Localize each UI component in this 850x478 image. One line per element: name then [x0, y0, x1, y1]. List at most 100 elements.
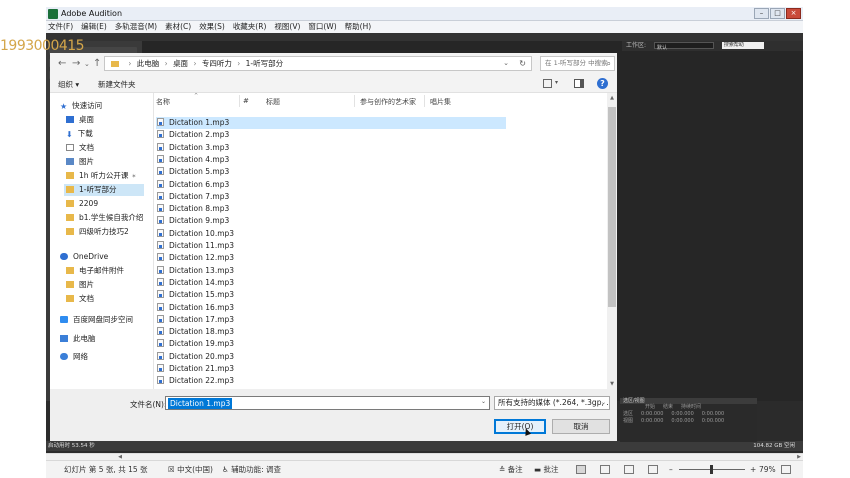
nav-baidu-sync[interactable]: 百度网盘同步空间	[60, 314, 133, 326]
file-row[interactable]: Dictation 13.mp3	[156, 265, 506, 277]
nav-onedrive[interactable]: OneDrive	[60, 251, 108, 263]
breadcrumb-this-pc[interactable]: 此电脑	[137, 59, 160, 68]
file-row[interactable]: Dictation 6.mp3	[156, 179, 506, 191]
help-icon[interactable]: ?	[597, 78, 608, 89]
file-row[interactable]: Dictation 4.mp3	[156, 154, 506, 166]
view-dropdown-icon[interactable]: ▾	[555, 79, 558, 86]
column-album[interactable]: 唱片集	[430, 97, 451, 107]
reading-view-icon[interactable]	[624, 465, 634, 474]
breadcrumb-folder[interactable]: 专四听力	[202, 59, 232, 68]
nav-folder-2209[interactable]: 2209	[66, 198, 98, 210]
maximize-icon[interactable]: □	[770, 8, 785, 19]
organize-button[interactable]: 组织 ▾	[58, 79, 79, 90]
menu-item[interactable]: 多轨混音(M)	[115, 21, 157, 33]
file-row[interactable]: Dictation 5.mp3	[156, 166, 506, 178]
host-horizontal-scrollbar[interactable]: ◀ ▶	[46, 453, 803, 460]
menu-item[interactable]: 帮助(H)	[345, 21, 372, 33]
menu-item[interactable]: 文件(F)	[48, 21, 73, 33]
nav-downloads[interactable]: ⬇ 下载	[66, 128, 93, 140]
zoom-in-icon[interactable]: +	[750, 461, 756, 478]
column-divider[interactable]	[424, 95, 425, 107]
slide-sorter-icon[interactable]	[600, 465, 610, 474]
back-arrow-icon[interactable]: ←	[58, 58, 66, 69]
help-search-input[interactable]: 搜索帮助	[721, 42, 764, 49]
notes-button[interactable]: ≙ 备注	[499, 461, 523, 478]
file-row[interactable]: Dictation 9.mp3	[156, 215, 506, 227]
column-divider[interactable]	[239, 95, 240, 107]
nav-documents[interactable]: 文档	[66, 142, 94, 154]
menu-item[interactable]: 收藏夹(R)	[233, 21, 267, 33]
refresh-icon[interactable]: ↻	[519, 57, 526, 70]
file-row[interactable]: Dictation 2.mp3	[156, 129, 506, 141]
menu-item[interactable]: 素材(C)	[165, 21, 191, 33]
search-input[interactable]: 在 1-听写部分 中搜索 ⌕	[540, 56, 615, 71]
forward-arrow-icon[interactable]: →	[72, 58, 80, 69]
address-bar[interactable]: › 此电脑 › 桌面 › 专四听力 › 1-听写部分 ⌄ ↻	[104, 56, 532, 71]
zoom-out-icon[interactable]: –	[669, 461, 673, 478]
file-row[interactable]: Dictation 1.mp3	[156, 117, 506, 129]
nav-onedrive-attachments[interactable]: 电子邮件附件	[66, 265, 124, 277]
column-divider[interactable]	[354, 95, 355, 107]
file-row[interactable]: Dictation 10.mp3	[156, 228, 506, 240]
workspace-select[interactable]: 默认	[653, 42, 714, 51]
filename-input[interactable]: Dictation 1.mp3 ⌄	[165, 396, 490, 410]
close-icon[interactable]: ×	[786, 8, 801, 19]
new-folder-button[interactable]: 新建文件夹	[98, 79, 136, 90]
normal-view-icon[interactable]	[576, 465, 586, 474]
up-arrow-icon[interactable]: ↑	[93, 58, 101, 69]
open-button[interactable]: 打开(O)	[494, 419, 546, 434]
preview-pane-icon[interactable]	[574, 79, 584, 88]
cancel-button[interactable]: 取消	[552, 419, 610, 434]
nav-folder-cet4-skills[interactable]: 四级听力技巧2	[66, 226, 129, 238]
file-row[interactable]: Dictation 12.mp3	[156, 252, 506, 264]
view-options-icon[interactable]	[543, 79, 552, 88]
recent-dropdown-icon[interactable]: ⌄	[84, 60, 90, 68]
breadcrumb-desktop[interactable]: 桌面	[173, 59, 188, 68]
nav-network[interactable]: 网络	[60, 351, 88, 363]
filename-dropdown-icon[interactable]: ⌄	[481, 398, 486, 405]
minimize-icon[interactable]: –	[754, 8, 769, 19]
menu-item[interactable]: 窗口(W)	[308, 21, 336, 33]
zoom-slider-thumb[interactable]	[710, 465, 713, 474]
file-row[interactable]: Dictation 20.mp3	[156, 351, 506, 363]
language-indicator[interactable]: ☒ 中文(中国)	[168, 461, 213, 478]
column-artist[interactable]: 参与创作的艺术家	[360, 97, 416, 107]
file-row[interactable]: Dictation 15.mp3	[156, 289, 506, 301]
file-row[interactable]: Dictation 22.mp3	[156, 375, 506, 387]
file-list-scrollbar[interactable]: ▲ ▼	[607, 93, 617, 389]
fit-to-window-icon[interactable]	[781, 465, 791, 474]
file-row[interactable]: Dictation 19.mp3	[156, 338, 506, 350]
scroll-up-icon[interactable]: ▲	[607, 93, 617, 103]
nav-onedrive-pictures[interactable]: 图片	[66, 279, 94, 291]
file-row[interactable]: Dictation 8.mp3	[156, 203, 506, 215]
column-name[interactable]: 名称	[156, 97, 170, 107]
menu-item[interactable]: 编辑(E)	[81, 21, 107, 33]
file-row[interactable]: Dictation 11.mp3	[156, 240, 506, 252]
nav-desktop[interactable]: 桌面	[66, 114, 94, 126]
column-title[interactable]: 标题	[266, 97, 280, 107]
file-row[interactable]: Dictation 14.mp3	[156, 277, 506, 289]
nav-quick-access[interactable]: ★ 快速访问	[60, 100, 102, 112]
scroll-thumb[interactable]	[608, 107, 616, 307]
address-dropdown-icon[interactable]: ⌄	[503, 57, 509, 70]
nav-folder-dictation[interactable]: 1-听写部分	[64, 184, 144, 196]
file-row[interactable]: Dictation 17.mp3	[156, 314, 506, 326]
nav-folder-listening-course[interactable]: 1h 听力公开课 ✶	[66, 170, 136, 182]
nav-onedrive-documents[interactable]: 文档	[66, 293, 94, 305]
nav-folder-self-intro[interactable]: b1.学生候自我介绍	[66, 212, 143, 224]
column-number[interactable]: #	[243, 97, 249, 105]
file-row[interactable]: Dictation 18.mp3	[156, 326, 506, 338]
accessibility-checker[interactable]: ♿ 辅助功能: 调查	[222, 461, 281, 478]
slideshow-icon[interactable]	[648, 465, 658, 474]
file-row[interactable]: Dictation 7.mp3	[156, 191, 506, 203]
filetype-select[interactable]: 所有支持的媒体 (*.264, *.3gp, ... ⌄	[494, 396, 610, 410]
file-row[interactable]: Dictation 21.mp3	[156, 363, 506, 375]
menu-item[interactable]: 效果(S)	[199, 21, 225, 33]
breadcrumb-current[interactable]: 1-听写部分	[246, 59, 283, 68]
scroll-down-icon[interactable]: ▼	[607, 379, 617, 389]
nav-pictures[interactable]: 图片	[66, 156, 94, 168]
file-row[interactable]: Dictation 16.mp3	[156, 302, 506, 314]
file-row[interactable]: Dictation 3.mp3	[156, 142, 506, 154]
comments-button[interactable]: ▬ 批注	[534, 461, 558, 478]
menu-item[interactable]: 视图(V)	[274, 21, 300, 33]
